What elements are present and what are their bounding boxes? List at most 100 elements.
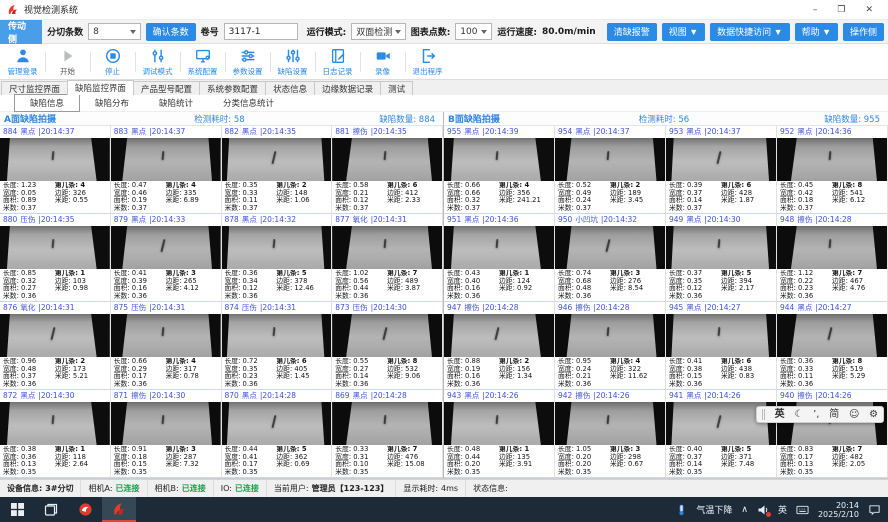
stop-button[interactable]: 停止 (90, 45, 135, 79)
defect-cell[interactable]: 955 黑点 |20:14:39 长度: 0.66 宽度: 0.66 面积: 0… (444, 126, 555, 214)
defect-cell[interactable]: 869 黑点 |20:14:28 长度: 0.33 宽度: 0.31 面积: 0… (332, 390, 443, 478)
defect-cell[interactable]: 944 黑点 |20:14:27 长度: 0.36 宽度: 0.33 面积: 0… (777, 302, 888, 390)
defect-image[interactable] (332, 226, 442, 270)
defect-image[interactable] (666, 226, 776, 270)
defect-image[interactable] (111, 226, 221, 270)
defect-cell[interactable]: 880 压伤 |20:14:35 长度: 0.85 宽度: 0.32 面积: 0… (0, 214, 111, 302)
ime-drag-handle[interactable] (762, 409, 765, 420)
weather-text[interactable]: 气温下降 (696, 503, 732, 516)
defect-cell[interactable]: 950 小凹坑 |20:14:32 长度: 0.74 宽度: 0.68 面积: … (555, 214, 666, 302)
tab-defect-monitor[interactable]: 缺陷监控界面 (67, 80, 134, 95)
defect-cell[interactable]: 876 氧化 |20:14:31 长度: 0.96 宽度: 0.48 面积: 0… (0, 302, 111, 390)
defect-cell[interactable]: 940 擦伤 |20:14:26 长度: 0.83 宽度: 0.17 面积: 0… (777, 390, 888, 478)
defect-image[interactable] (777, 138, 887, 182)
defect-image[interactable] (555, 138, 665, 182)
exit-program-button[interactable]: 退出程序 (405, 45, 450, 79)
punctuation-toggle[interactable]: ’, (813, 410, 819, 420)
touch-keyboard-icon[interactable] (796, 504, 809, 516)
gear-icon[interactable]: ⚙ (869, 410, 878, 420)
defect-cell[interactable]: 943 黑点 |20:14:26 长度: 0.48 宽度: 0.44 面积: 0… (444, 390, 555, 478)
defect-cell[interactable]: 946 擦伤 |20:14:28 长度: 0.95 宽度: 0.24 面积: 0… (555, 302, 666, 390)
slit-count-select[interactable]: 8 (88, 23, 141, 40)
defect-cell[interactable]: 873 压伤 |20:14:30 长度: 0.55 宽度: 0.27 面积: 0… (332, 302, 443, 390)
defect-image[interactable] (444, 402, 554, 446)
defect-image[interactable] (111, 402, 221, 446)
operate-side-button[interactable]: 操作侧 (843, 23, 884, 41)
defect-image[interactable] (0, 314, 110, 358)
defect-image[interactable] (222, 226, 332, 270)
defect-cell[interactable]: 879 黑点 |20:14:33 长度: 0.41 宽度: 0.39 面积: 0… (111, 214, 222, 302)
subtab-defect-distribution[interactable]: 缺陷分布 (80, 95, 144, 111)
defect-image[interactable] (444, 226, 554, 270)
minimize-button[interactable]: – (813, 5, 818, 15)
help-menu-button[interactable]: 帮助 ▼ (795, 23, 838, 41)
defect-cell[interactable]: 872 黑点 |20:14:30 长度: 0.38 宽度: 0.36 面积: 0… (0, 390, 111, 478)
defect-image[interactable] (332, 402, 442, 446)
browser-app-button[interactable] (68, 497, 102, 522)
defect-image[interactable] (555, 226, 665, 270)
clear-alarm-button[interactable]: 清缺报警 (607, 23, 657, 41)
emoji-icon[interactable]: ☺ (849, 410, 859, 420)
language-indicator[interactable]: 英 (778, 503, 787, 516)
defect-image[interactable] (555, 402, 665, 446)
defect-cell[interactable]: 953 黑点 |20:14:37 长度: 0.39 宽度: 0.37 面积: 0… (666, 126, 777, 214)
defect-image[interactable] (0, 402, 110, 446)
start-button[interactable]: 开始 (45, 45, 90, 79)
tab-size-monitor[interactable]: 尺寸监控界面 (1, 81, 68, 95)
view-menu-button[interactable]: 视图 ▼ (662, 23, 705, 41)
run-mode-select[interactable]: 双面检测 (351, 23, 405, 40)
debug-mode-button[interactable]: 调试模式 (135, 45, 180, 79)
task-view-button[interactable] (34, 497, 68, 522)
tab-product-config[interactable]: 产品型号配置 (133, 81, 200, 95)
tab-edge-data-record[interactable]: 边缘数据记录 (314, 81, 381, 95)
defect-image[interactable] (332, 314, 442, 358)
defect-cell[interactable]: 877 氧化 |20:14:31 长度: 1.02 宽度: 0.56 面积: 0… (332, 214, 443, 302)
start-button[interactable] (0, 497, 34, 522)
parameter-settings-button[interactable]: 参数设置 (225, 45, 270, 79)
defect-cell[interactable]: 883 黑点 |20:14:37 长度: 0.47 宽度: 0.46 面积: 0… (111, 126, 222, 214)
log-record-button[interactable]: 日志记录 (315, 45, 360, 79)
ime-language-toggle[interactable]: 英 (775, 410, 785, 420)
close-button[interactable]: ✕ (865, 5, 873, 15)
subtab-defect-statistics[interactable]: 缺陷统计 (144, 95, 208, 111)
record-video-button[interactable]: 录像 (360, 45, 405, 79)
defect-image[interactable] (111, 138, 221, 182)
defect-image[interactable] (332, 138, 442, 182)
thermometer-icon[interactable] (676, 503, 687, 517)
tab-status-info[interactable]: 状态信息 (265, 81, 315, 95)
defect-cell[interactable]: 948 擦伤 |20:14:28 长度: 1.12 宽度: 0.22 面积: 0… (777, 214, 888, 302)
defect-image[interactable] (0, 226, 110, 270)
defect-cell[interactable]: 949 黑点 |20:14:30 长度: 0.37 宽度: 0.35 面积: 0… (666, 214, 777, 302)
defect-cell[interactable]: 875 压伤 |20:14:31 长度: 0.66 宽度: 0.29 面积: 0… (111, 302, 222, 390)
defect-cell[interactable]: 881 擦伤 |20:14:35 长度: 0.58 宽度: 0.21 面积: 0… (332, 126, 443, 214)
defect-cell[interactable]: 874 压伤 |20:14:31 长度: 0.72 宽度: 0.35 面积: 0… (222, 302, 333, 390)
defect-cell[interactable]: 942 擦伤 |20:14:26 长度: 1.05 宽度: 0.20 面积: 0… (555, 390, 666, 478)
defect-image[interactable] (222, 138, 332, 182)
drive-side-button[interactable]: 传动侧 (0, 20, 42, 44)
defect-cell[interactable]: 945 黑点 |20:14:27 长度: 0.41 宽度: 0.38 面积: 0… (666, 302, 777, 390)
defect-settings-button[interactable]: 缺陷设置 (270, 45, 315, 79)
defect-image[interactable] (555, 314, 665, 358)
defect-image[interactable] (111, 314, 221, 358)
roll-number-input[interactable] (224, 23, 298, 40)
defect-image[interactable] (666, 314, 776, 358)
defect-image[interactable] (222, 314, 332, 358)
maximize-button[interactable]: ❐ (837, 5, 845, 15)
clock[interactable]: 20:14 2025/2/10 (818, 501, 859, 519)
subtab-defect-info[interactable]: 缺陷信息 (14, 94, 80, 112)
volume-icon[interactable] (757, 504, 769, 516)
defect-cell[interactable]: 878 黑点 |20:14:32 长度: 0.36 宽度: 0.34 面积: 0… (222, 214, 333, 302)
inspection-app-button[interactable] (102, 497, 136, 522)
data-access-menu-button[interactable]: 数据快捷访问 ▼ (710, 23, 789, 41)
tab-test[interactable]: 测试 (380, 81, 413, 95)
defect-cell[interactable]: 947 擦伤 |20:14:28 长度: 0.88 宽度: 0.19 面积: 0… (444, 302, 555, 390)
tab-system-params[interactable]: 系统参数配置 (199, 81, 266, 95)
defect-cell[interactable]: 871 擦伤 |20:14:30 长度: 0.91 宽度: 0.18 面积: 0… (111, 390, 222, 478)
defect-image[interactable] (777, 226, 887, 270)
confirm-count-button[interactable]: 确认条数 (146, 23, 196, 41)
defect-cell[interactable]: 882 黑点 |20:14:35 长度: 0.35 宽度: 0.33 面积: 0… (222, 126, 333, 214)
chart-points-select[interactable]: 100 (455, 23, 492, 40)
defect-image[interactable] (777, 314, 887, 358)
subtab-class-info-statistics[interactable]: 分类信息统计 (208, 95, 289, 111)
defect-cell[interactable]: 951 黑点 |20:14:36 长度: 0.43 宽度: 0.40 面积: 0… (444, 214, 555, 302)
